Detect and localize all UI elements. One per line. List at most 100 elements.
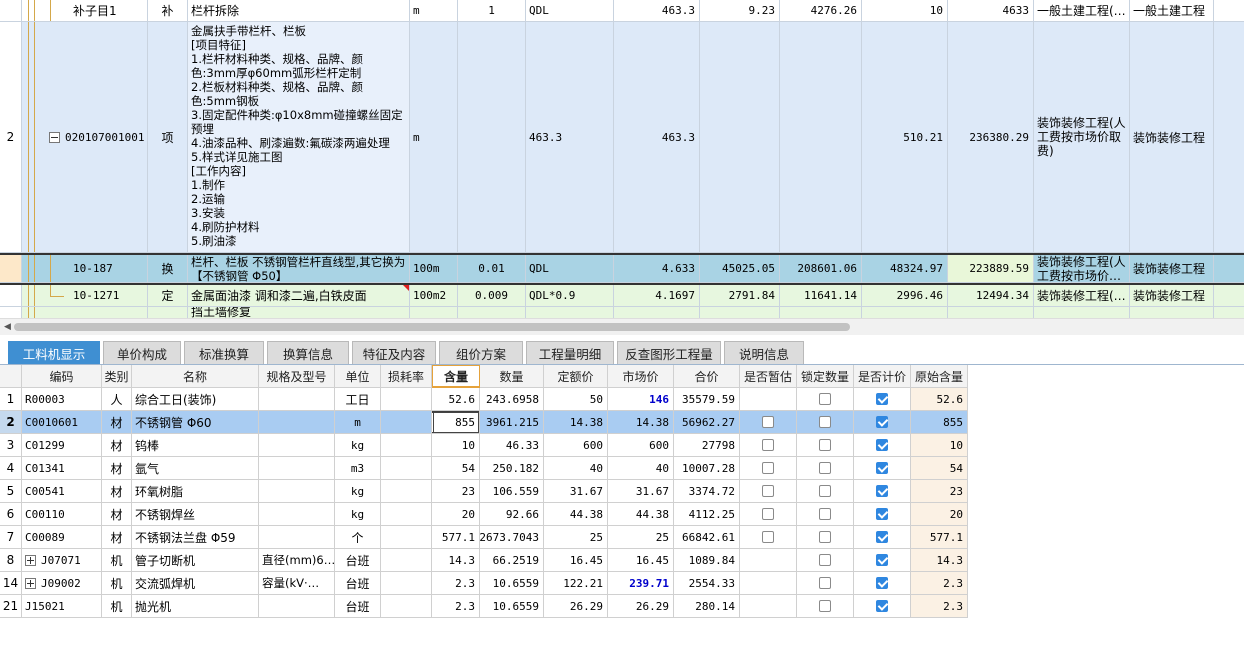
- total-cell[interactable]: 3374.72: [674, 480, 740, 503]
- code-cell[interactable]: 10-1271: [22, 285, 148, 307]
- value-cell[interactable]: [780, 307, 862, 318]
- checkbox-icon[interactable]: [819, 485, 831, 497]
- checkbox-icon[interactable]: [762, 485, 774, 497]
- category-cell[interactable]: 材: [102, 526, 132, 549]
- quota-price-cell[interactable]: 44.38: [544, 503, 608, 526]
- loss-rate-cell[interactable]: [381, 411, 432, 434]
- category-cell[interactable]: 机: [102, 549, 132, 572]
- unit-cell[interactable]: kg: [335, 434, 381, 457]
- checkbox-checked-icon[interactable]: [876, 600, 888, 612]
- value-cell[interactable]: [780, 22, 862, 253]
- quantity-cell[interactable]: [526, 307, 614, 318]
- market-price-cell[interactable]: 31.67: [608, 480, 674, 503]
- tab-unit-price[interactable]: 单价构成: [103, 341, 181, 364]
- content-cell[interactable]: 20: [432, 503, 480, 526]
- spec-cell[interactable]: 直径(mm)6…: [259, 549, 335, 572]
- quantity-cell[interactable]: 250.182: [480, 457, 544, 480]
- loss-rate-cell[interactable]: [381, 457, 432, 480]
- loss-rate-cell[interactable]: [381, 480, 432, 503]
- column-header-market[interactable]: 市场价: [608, 365, 674, 388]
- loss-rate-cell[interactable]: [381, 503, 432, 526]
- estimate-cell[interactable]: [740, 503, 797, 526]
- checkbox-icon[interactable]: [819, 600, 831, 612]
- tab-resource-display[interactable]: 工料机显示: [8, 341, 100, 364]
- quantity-cell[interactable]: 243.6958: [480, 388, 544, 411]
- quota-price-cell[interactable]: 31.67: [544, 480, 608, 503]
- total-cell[interactable]: 2554.33: [674, 572, 740, 595]
- quantity-cell[interactable]: 10.6559: [480, 595, 544, 618]
- value-cell[interactable]: 510.21: [862, 22, 948, 253]
- quota-price-cell[interactable]: 26.29: [544, 595, 608, 618]
- lock-quantity-cell[interactable]: [797, 595, 854, 618]
- name-cell[interactable]: 金属扶手带栏杆、栏板 [项目特征] 1.栏杆材料种类、规格、品牌、颜色:3mm厚φ6…: [188, 22, 410, 253]
- original-content-cell[interactable]: 52.6: [911, 388, 968, 411]
- checkbox-icon[interactable]: [819, 439, 831, 451]
- value-cell[interactable]: 2996.46: [862, 285, 948, 307]
- scrollbar-thumb[interactable]: [14, 323, 850, 331]
- specialty2-cell[interactable]: [1130, 307, 1214, 318]
- specialty-cell[interactable]: 装饰装修工程(人工费按市场价取费): [1034, 22, 1130, 253]
- table-row[interactable]: 4 C01341 材氩气 m3 54 250.182 40 40 10007.28 54: [0, 457, 968, 480]
- spec-cell[interactable]: [259, 434, 335, 457]
- table-row[interactable]: 补子目1 补 栏杆拆除 m 1 QDL 463.3 9.23 4276.26 1…: [0, 0, 1244, 22]
- name-cell[interactable]: 栏杆、栏板 不锈钢管栏杆直线型,其它换为【不锈钢管 Φ50】: [188, 255, 410, 283]
- column-header-priced[interactable]: 是否计价: [854, 365, 911, 388]
- original-content-cell[interactable]: 855: [911, 411, 968, 434]
- type-cell[interactable]: 补: [148, 0, 188, 22]
- category-cell[interactable]: 材: [102, 434, 132, 457]
- quota-price-cell[interactable]: 16.45: [544, 549, 608, 572]
- estimate-cell[interactable]: [740, 595, 797, 618]
- code-cell[interactable]: C00089: [22, 526, 102, 549]
- content-cell[interactable]: 54: [432, 457, 480, 480]
- lock-quantity-cell[interactable]: [797, 526, 854, 549]
- column-header-est[interactable]: 是否暂估: [740, 365, 797, 388]
- quantity-cell[interactable]: QDL: [526, 0, 614, 22]
- loss-rate-cell[interactable]: [381, 549, 432, 572]
- priced-cell[interactable]: [854, 572, 911, 595]
- loss-rate-cell[interactable]: [381, 388, 432, 411]
- category-cell[interactable]: 材: [102, 480, 132, 503]
- value-cell[interactable]: 208601.06: [780, 255, 862, 283]
- original-content-cell[interactable]: 14.3: [911, 549, 968, 572]
- table-row[interactable]: 7 C00089 材不锈钢法兰盘 Φ59 个 577.1 2673.7043 25 25 668…: [0, 526, 968, 549]
- lock-quantity-cell[interactable]: [797, 480, 854, 503]
- priced-cell[interactable]: [854, 526, 911, 549]
- content-cell[interactable]: 52.6: [432, 388, 480, 411]
- content-cell[interactable]: 14.3: [432, 549, 480, 572]
- value-cell[interactable]: 463.3: [614, 22, 700, 253]
- quota-list-grid[interactable]: 补子目1 补 栏杆拆除 m 1 QDL 463.3 9.23 4276.26 1…: [0, 0, 1244, 318]
- unit-cell[interactable]: 台班: [335, 549, 381, 572]
- market-price-cell[interactable]: 25: [608, 526, 674, 549]
- quota-price-cell[interactable]: 25: [544, 526, 608, 549]
- specialty-cell[interactable]: 一般土建工程(…: [1034, 0, 1130, 22]
- priced-cell[interactable]: [854, 434, 911, 457]
- original-content-cell[interactable]: 23: [911, 480, 968, 503]
- code-cell[interactable]: J15021: [22, 595, 102, 618]
- checkbox-icon[interactable]: [819, 508, 831, 520]
- loss-rate-cell[interactable]: [381, 526, 432, 549]
- specialty-cell[interactable]: 装饰装修工程(…: [1034, 285, 1130, 307]
- tab-quantity-detail[interactable]: 工程量明细: [526, 341, 614, 364]
- lock-quantity-cell[interactable]: [797, 549, 854, 572]
- column-header-qty[interactable]: 数量: [480, 365, 544, 388]
- specialty-cell[interactable]: 装饰装修工程(人工费按市场价…: [1034, 255, 1130, 283]
- category-cell[interactable]: 机: [102, 572, 132, 595]
- table-row[interactable]: 3 C01299 材钨棒 kg 10 46.33 600 600 27798 10: [0, 434, 968, 457]
- value-cell[interactable]: 45025.05: [700, 255, 780, 283]
- loss-rate-cell[interactable]: [381, 434, 432, 457]
- value-cell[interactable]: 2791.84: [700, 285, 780, 307]
- code-cell[interactable]: 补子目1: [22, 0, 148, 22]
- spec-cell[interactable]: [259, 480, 335, 503]
- priced-cell[interactable]: [854, 503, 911, 526]
- expand-icon[interactable]: [25, 577, 36, 589]
- lock-quantity-cell[interactable]: [797, 572, 854, 595]
- loss-rate-cell[interactable]: [381, 595, 432, 618]
- market-price-cell[interactable]: 44.38: [608, 503, 674, 526]
- lock-quantity-cell[interactable]: [797, 388, 854, 411]
- value-cell[interactable]: 9.23: [700, 0, 780, 22]
- checkbox-icon[interactable]: [819, 462, 831, 474]
- quantity-cell[interactable]: 66.2519: [480, 549, 544, 572]
- value-cell[interactable]: [862, 307, 948, 318]
- estimate-cell[interactable]: [740, 388, 797, 411]
- checkbox-checked-icon[interactable]: [876, 554, 888, 566]
